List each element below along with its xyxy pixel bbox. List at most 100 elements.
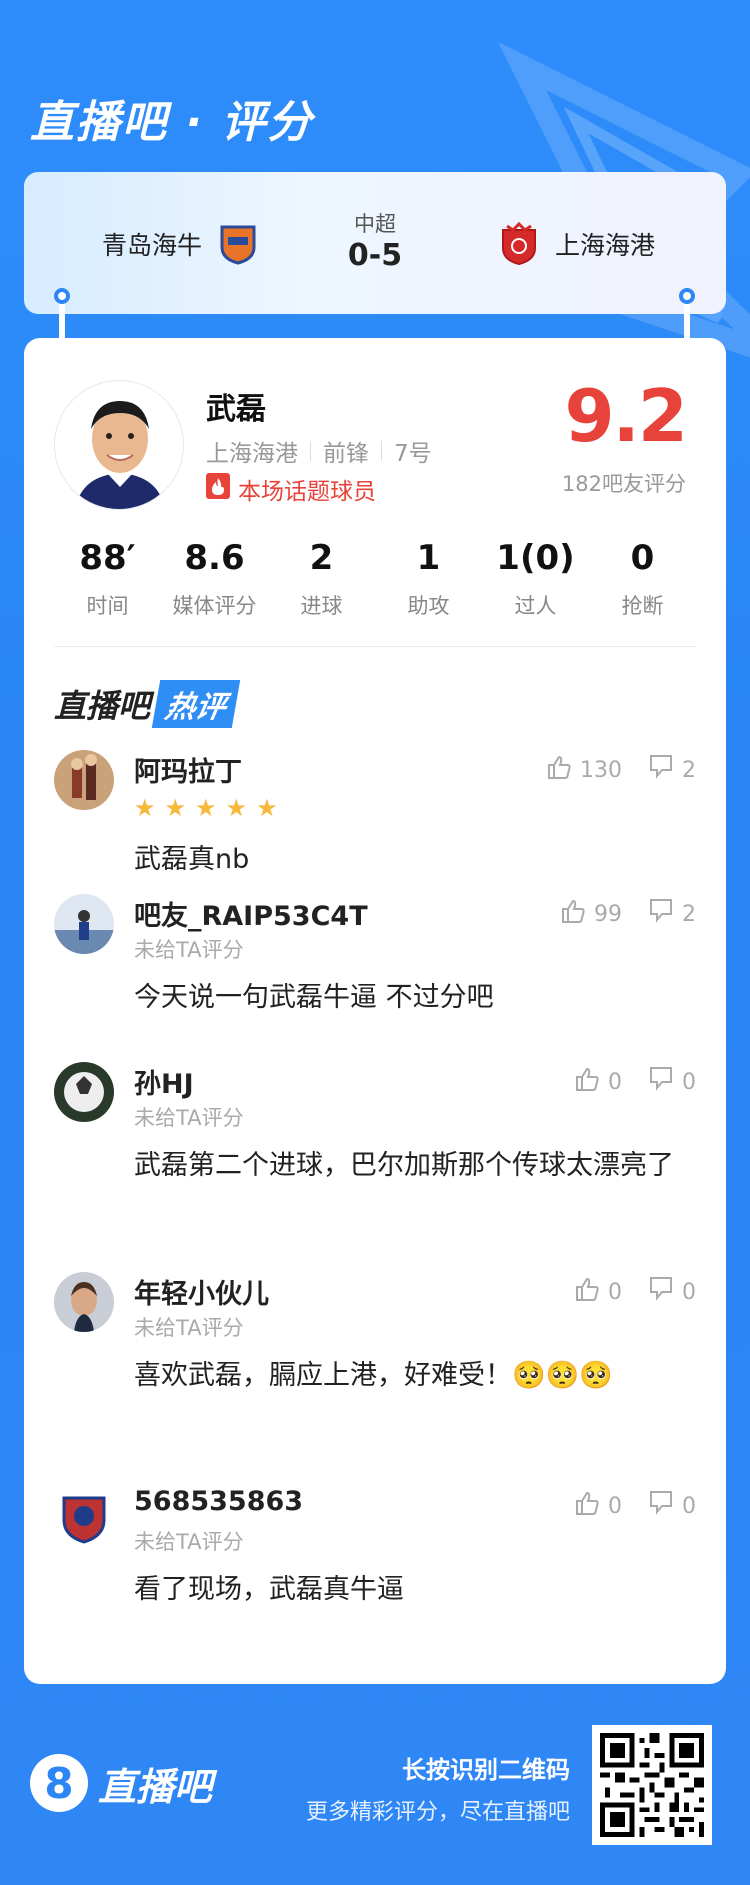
like-button[interactable]: 0 xyxy=(574,1490,622,1522)
away-team-name: 上海海港 xyxy=(555,231,656,260)
thumbs-down-icon xyxy=(648,898,674,930)
thumbs-down-icon xyxy=(648,754,674,786)
stat-value: 2 xyxy=(309,538,334,578)
fan-rating-count: 182吧友评分 xyxy=(561,472,686,496)
like-count: 99 xyxy=(594,901,622,927)
like-count: 0 xyxy=(608,1069,622,1095)
player-number: 7号 xyxy=(394,441,432,467)
topic-player-tag: 本场话题球员 xyxy=(206,472,376,506)
thumbs-up-icon xyxy=(574,1490,600,1522)
qr-tip-subtitle: 更多精彩评分，尽在直播吧 xyxy=(305,1800,570,1825)
connector-dot xyxy=(679,288,695,304)
comment-text: 看了现场，武磊真牛逼 xyxy=(134,1574,404,1605)
stat-label: 进球 xyxy=(300,594,343,618)
thumbs-up-icon xyxy=(560,898,586,930)
stat-goals: 2 进球 xyxy=(268,538,375,620)
user-avatar[interactable] xyxy=(54,1062,114,1122)
comment-rating-status: 未给TA评分 xyxy=(134,1530,244,1554)
hot-comments-title-brand: 直播吧 xyxy=(54,687,151,725)
dislike-button[interactable]: 0 xyxy=(648,1490,696,1522)
comment-item: 吧友_RAIP53C4T 未给TA评分 今天说一句武磊牛逼 不过分吧 99 2 xyxy=(54,894,696,1024)
page-title: 直播吧 · 评分 xyxy=(30,97,314,148)
user-avatar[interactable] xyxy=(54,1272,114,1332)
star-icon: ★ xyxy=(225,794,248,822)
stat-value: 8.6 xyxy=(184,538,245,578)
stat-value: 1 xyxy=(416,538,441,578)
dislike-count: 0 xyxy=(682,1279,696,1305)
stat-label: 抢断 xyxy=(621,594,664,618)
qr-code[interactable] xyxy=(592,1725,712,1845)
star-icon: ★ xyxy=(256,794,278,822)
user-avatar[interactable] xyxy=(54,750,114,810)
star-icon: ★ xyxy=(134,794,156,822)
user-rating-stars: ★ ★ ★ ★ ★ xyxy=(134,794,278,822)
stat-value: 1(0) xyxy=(496,538,575,578)
comment-actions: 0 0 xyxy=(574,1066,696,1098)
dislike-count: 2 xyxy=(682,757,696,783)
stat-label: 时间 xyxy=(86,594,129,618)
connector-dot xyxy=(54,288,70,304)
stat-media-rating: 8.6 媒体评分 xyxy=(161,538,268,620)
user-avatar[interactable] xyxy=(54,894,114,954)
star-icon: ★ xyxy=(195,794,217,822)
dislike-count: 2 xyxy=(682,901,696,927)
hot-comments-title-badge: 热评 xyxy=(151,680,241,728)
meta-separator xyxy=(381,441,382,461)
player-club: 上海海港 xyxy=(206,441,298,467)
user-avatar[interactable] xyxy=(54,1486,114,1546)
thumbs-up-icon xyxy=(574,1066,600,1098)
comment-text: 武磊第二个进球，巴尔加斯那个传球太漂亮了 xyxy=(134,1150,674,1181)
fan-rating-score: 9.2 xyxy=(564,374,688,458)
thumbs-down-icon xyxy=(648,1066,674,1098)
logo-text: 直播吧 xyxy=(98,1764,213,1809)
like-count: 0 xyxy=(608,1493,622,1519)
player-avatar[interactable] xyxy=(54,380,184,510)
stat-label: 媒体评分 xyxy=(172,594,257,618)
stat-minutes: 88′ 时间 xyxy=(54,538,161,620)
like-button[interactable]: 99 xyxy=(560,898,622,930)
stat-value: 0 xyxy=(630,538,655,578)
comment-username[interactable]: 568535863 xyxy=(134,1486,303,1517)
dislike-button[interactable]: 2 xyxy=(648,898,696,930)
like-button[interactable]: 130 xyxy=(546,754,622,786)
match-card[interactable]: 青岛海牛 中超 0-5 上海海港 xyxy=(24,172,726,314)
comment-text: 武磊真nb xyxy=(134,844,250,875)
dislike-count: 0 xyxy=(682,1069,696,1095)
star-icon: ★ xyxy=(164,794,187,822)
thumbs-up-icon xyxy=(574,1276,600,1308)
comment-item: 孙HJ 未给TA评分 武磊第二个进球，巴尔加斯那个传球太漂亮了 0 0 xyxy=(54,1062,696,1232)
stat-assists: 1 助攻 xyxy=(375,538,482,620)
stat-tackles: 0 抢断 xyxy=(589,538,696,620)
like-button[interactable]: 0 xyxy=(574,1276,622,1308)
comment-username[interactable]: 吧友_RAIP53C4T xyxy=(134,894,368,933)
comment-item: 568535863 未给TA评分 看了现场，武磊真牛逼 0 0 xyxy=(54,1486,696,1616)
player-position: 前锋 xyxy=(323,441,369,467)
dislike-button[interactable]: 0 xyxy=(648,1276,696,1308)
comment-username[interactable]: 年轻小伙儿 xyxy=(134,1272,269,1311)
dislike-button[interactable]: 0 xyxy=(648,1066,696,1098)
stat-value: 88′ xyxy=(79,538,136,578)
comment-item: 年轻小伙儿 未给TA评分 喜欢武磊，膈应上港，好难受！🥺🥺🥺 0 0 xyxy=(54,1272,696,1442)
comment-rating-status: 未给TA评分 xyxy=(134,1316,244,1340)
section-divider xyxy=(54,646,696,647)
away-team[interactable]: 上海海港 xyxy=(499,222,655,266)
dislike-button[interactable]: 2 xyxy=(648,754,696,786)
flame-icon xyxy=(206,473,230,505)
logo-icon: 8 xyxy=(30,1754,88,1812)
like-button[interactable]: 0 xyxy=(574,1066,622,1098)
thumbs-down-icon xyxy=(648,1276,674,1308)
stat-dribbles: 1(0) 过人 xyxy=(482,538,589,620)
comment-text: 今天说一句武磊牛逼 不过分吧 xyxy=(134,982,494,1013)
comment-username[interactable]: 阿玛拉丁 xyxy=(134,750,242,789)
topic-player-label: 本场话题球员 xyxy=(238,479,376,505)
player-stats: 88′ 时间 8.6 媒体评分 2 进球 1 助攻 1(0) 过人 0 抢断 xyxy=(54,538,696,620)
stat-label: 过人 xyxy=(514,594,557,618)
comment-item: 阿玛拉丁 ★ ★ ★ ★ ★ 武磊真nb 130 2 xyxy=(54,750,696,880)
comment-actions: 0 0 xyxy=(574,1490,696,1522)
comment-actions: 0 0 xyxy=(574,1276,696,1308)
comment-username[interactable]: 孙HJ xyxy=(134,1062,194,1101)
hot-comments-title: 直播吧 热评 xyxy=(54,680,241,728)
meta-separator xyxy=(310,441,311,461)
comment-actions: 99 2 xyxy=(560,898,696,930)
comment-rating-status: 未给TA评分 xyxy=(134,1106,244,1130)
